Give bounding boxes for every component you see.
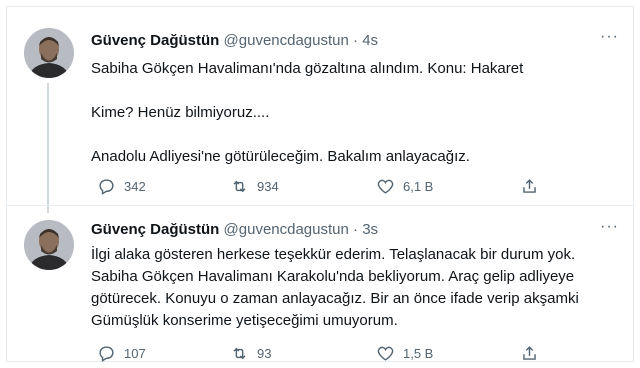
reply-icon [99, 179, 114, 195]
tweet-line: İlgi alaka gösteren herkese teşekkür ede… [91, 246, 576, 263]
separator: · [353, 221, 359, 238]
separator: · [353, 32, 359, 49]
more-icon[interactable]: ··· [600, 28, 619, 46]
avatar[interactable] [24, 220, 74, 270]
reply-count: 342 [124, 179, 146, 194]
timeline: Güvenç Dağüstün @guvencdagustun · 4s ···… [6, 6, 634, 362]
avatar[interactable] [24, 28, 74, 78]
reply-icon [99, 346, 114, 362]
retweet-icon [233, 180, 246, 193]
thread-connector [47, 83, 49, 213]
tweet-text: Sabiha Gökçen Havalimanı'nda gözaltına a… [91, 58, 621, 168]
tweet-header: Güvenç Dağüstün @guvencdagustun · 4s [91, 32, 378, 50]
more-icon[interactable]: ··· [600, 218, 619, 236]
retweet-count: 934 [257, 179, 279, 194]
share-button[interactable] [520, 344, 539, 363]
retweet-icon [233, 347, 246, 360]
like-count: 1,5 B [403, 346, 434, 361]
reply-count: 107 [124, 346, 146, 361]
like-button[interactable]: 6,1 B [376, 177, 433, 196]
like-icon [377, 179, 394, 194]
author-name[interactable]: Güvenç Dağüstün [91, 32, 219, 49]
retweet-button[interactable]: 93 [230, 344, 271, 363]
author-handle[interactable]: @guvencdagustun [224, 221, 349, 238]
tweet-header: Güvenç Dağüstün @guvencdagustun · 3s [91, 221, 378, 239]
share-button[interactable] [520, 177, 539, 196]
author-handle[interactable]: @guvencdagustun [224, 32, 349, 49]
timestamp[interactable]: 4s [362, 32, 378, 49]
retweet-button[interactable]: 934 [230, 177, 279, 196]
tweet-line: götürecek. Konuyu o zaman anlayacağız. B… [91, 290, 579, 307]
tweet-text: İlgi alaka gösteren herkese teşekkür ede… [91, 244, 621, 332]
tweet-line: Sabiha Gökçen Havalimanı'nda gözaltına a… [91, 60, 524, 77]
share-icon [523, 179, 536, 193]
tweet-2[interactable]: Güvenç Dağüstün @guvencdagustun · 3s ···… [7, 205, 633, 362]
reply-button[interactable]: 342 [97, 177, 146, 196]
like-icon [377, 346, 394, 361]
like-count: 6,1 B [403, 179, 434, 194]
retweet-count: 93 [257, 346, 272, 361]
like-button[interactable]: 1,5 B [376, 344, 433, 363]
tweet-line: Anadolu Adliyesi'ne götürüleceğim. Bakal… [91, 148, 470, 165]
tweet-line: Kime? Henüz bilmiyoruz.... [91, 104, 270, 121]
tweet-line: Sabiha Gökçen Havalimanı Karakolu'nda be… [91, 268, 575, 285]
share-icon [523, 346, 536, 360]
action-bar: 342 934 6,1 B [91, 177, 551, 197]
action-bar: 107 93 1,5 B [91, 344, 551, 364]
reply-button[interactable]: 107 [97, 344, 146, 363]
tweet-line: Gümüşlük konserime yetişeceğimi umuyorum… [91, 312, 398, 329]
tweet-1[interactable]: Güvenç Dağüstün @guvencdagustun · 4s ···… [7, 7, 633, 213]
author-name[interactable]: Güvenç Dağüstün [91, 221, 219, 238]
timestamp[interactable]: 3s [362, 221, 378, 238]
